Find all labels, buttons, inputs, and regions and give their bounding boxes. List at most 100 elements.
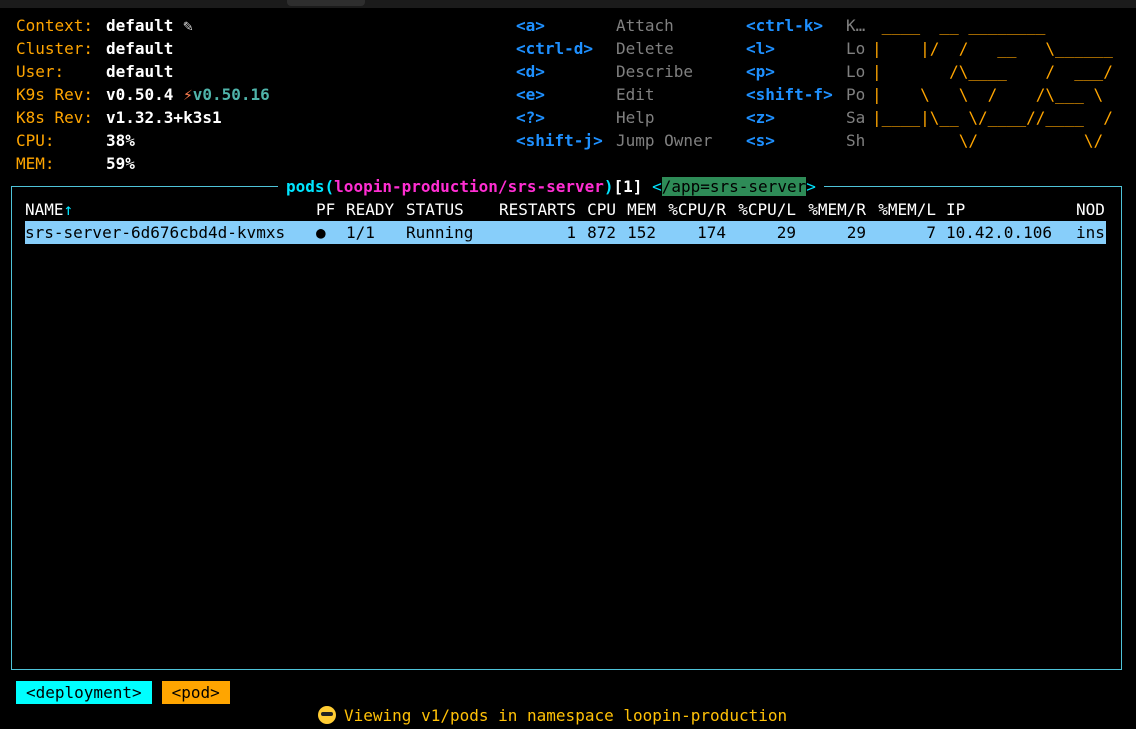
col-node[interactable]: NOD [1076,198,1105,221]
shortcut-action: Edit [616,85,655,104]
user-value: default [106,62,174,81]
col-name-label: NAME [25,200,64,219]
context-label: Context: [16,16,94,35]
k8s-rev-value: v1.32.3+k3s1 [106,108,222,127]
col-ready[interactable]: READY [346,198,394,221]
col-pf[interactable]: PF [316,198,335,221]
cell-cpu: 872 [587,223,616,242]
shortcut-menu-2: <ctrl-k> K… <l> Lo <p> Lo <shift-f> Po <z> Sa… [746,14,865,152]
shortcut-key: <l> [746,39,775,58]
shortcut-action: Po [846,85,866,104]
col-cpu-r[interactable]: %CPU/R [666,198,726,221]
shortcut-action: Delete [616,39,674,58]
col-mem[interactable]: MEM [626,198,656,221]
cool-face-icon [318,706,336,724]
shortcut-sanitize[interactable]: <z> Sa [746,106,865,129]
table-header: NAME↑ PF READY STATUS RESTARTS CPU MEM %… [25,198,1106,221]
shortcut-port-forward[interactable]: <shift-f> Po [746,83,865,106]
shortcut-action: Sh [846,131,866,150]
cell-restarts: 1 [566,223,576,242]
k8s-rev-row: K8s Rev: v1.32.3+k3s1 [16,106,270,129]
breadcrumb: <deployment> <pod> [16,681,240,704]
cell-name: srs-server-6d676cbd4d-kvmxs [25,223,286,242]
shortcut-action: Help [616,108,655,127]
shortcut-delete[interactable]: <ctrl-d> Delete [516,37,712,60]
k9s-latest-version: v0.50.16 [192,85,270,104]
logo-line: | \ \ / /\___ \ [872,85,1104,104]
k8s-rev-label: K8s Rev: [16,108,94,127]
shortcut-action: Describe [616,62,694,81]
cpu-value: 38% [106,131,135,150]
shortcut-key: <?> [516,108,545,127]
pencil-icon: ✎ [183,16,193,35]
mem-value: 59% [106,154,135,173]
sort-arrow-icon: ↑ [63,200,74,219]
cell-mem-l: 7 [926,223,936,242]
logo-line: | |/ / __ \______ [872,39,1113,58]
shortcut-key: <a> [516,16,545,35]
cell-ready: 1/1 [346,223,375,242]
shortcut-key: <shift-f> [746,85,833,104]
shortcut-key: <e> [516,85,545,104]
col-cpu-l[interactable]: %CPU/L [736,198,796,221]
table-row[interactable]: srs-server-6d676cbd4d-kvmxs ● 1/1 Runnin… [25,221,1106,244]
cpu-row: CPU: 38% [16,129,270,152]
user-label: User: [16,62,65,81]
filter-text[interactable]: /app=srs-server [661,177,807,196]
cluster-info: Context: default ✎ Cluster: default User: d… [16,14,270,175]
cell-ip: 10.42.0.106 [946,223,1052,242]
col-mem-l[interactable]: %MEM/L [876,198,936,221]
col-restarts[interactable]: RESTARTS [486,198,576,221]
paren-close: ) [603,177,614,196]
mem-row: MEM: 59% [16,152,270,175]
cluster-value: default [106,39,174,58]
shortcut-key: <shift-j> [516,131,603,150]
shortcut-key: <ctrl-k> [746,16,824,35]
shortcut-action: Attach [616,16,674,35]
shortcut-attach[interactable]: <a> Attach [516,14,712,37]
resource-table-frame [11,186,1122,670]
resource-count: [1] [613,177,643,196]
col-mem-r[interactable]: %MEM/R [806,198,866,221]
cell-mem: 152 [627,223,656,242]
shortcut-key: <s> [746,131,775,150]
cell-status: Running [406,223,474,242]
cell-node: ins [1076,223,1105,242]
logo-line: |____|\__ \/____//____ / [872,108,1113,127]
port-forward-indicator-icon: ● [316,223,326,242]
cluster-label: Cluster: [16,39,94,58]
context-row: Context: default ✎ [16,14,270,37]
filter-open: < [652,177,662,196]
shortcut-help[interactable]: <?> Help [516,106,712,129]
k9s-logo: ____ __ ________ | |/ / __ \______ | /\___… [872,14,1113,152]
status-message: Viewing v1/pods in namespace loopin-prod… [318,704,787,727]
mem-label: MEM: [16,154,55,173]
shortcut-menu-1: <a> Attach <ctrl-d> Delete <d> Describe <e>… [516,14,712,152]
shortcut-action: Jump Owner [616,131,713,150]
shortcut-edit[interactable]: <e> Edit [516,83,712,106]
breadcrumb-deployment[interactable]: <deployment> [16,681,152,704]
col-cpu[interactable]: CPU [586,198,616,221]
k9s-rev-label: K9s Rev: [16,85,94,104]
logo-line: ____ __ ________ [872,16,1046,35]
shortcut-describe[interactable]: <d> Describe [516,60,712,83]
cpu-label: CPU: [16,131,55,150]
terminal-tab-strip [0,0,1136,8]
breadcrumb-pod[interactable]: <pod> [161,681,230,704]
shortcut-logs[interactable]: <l> Lo [746,37,865,60]
col-name[interactable]: NAME↑ [25,198,73,221]
col-ip[interactable]: IP [946,198,965,221]
shortcut-kill[interactable]: <ctrl-k> K… [746,14,865,37]
shortcut-logs-previous[interactable]: <p> Lo [746,60,865,83]
context-value: default [106,16,174,35]
view-title: pods(loopin-production/srs-server)[1] </… [278,175,824,198]
k9s-rev-row: K9s Rev: v0.50.4 ⚡v0.50.16 [16,83,270,106]
shortcut-action: K… [846,16,866,35]
shortcut-shell[interactable]: <s> Sh [746,129,865,152]
shortcut-action: Sa [846,108,866,127]
shortcut-action: Lo [846,62,866,81]
col-status[interactable]: STATUS [406,198,464,221]
status-text: Viewing v1/pods in namespace loopin-prod… [344,706,788,725]
cell-cpu-r: 174 [697,223,726,242]
shortcut-jump-owner[interactable]: <shift-j> Jump Owner [516,129,712,152]
